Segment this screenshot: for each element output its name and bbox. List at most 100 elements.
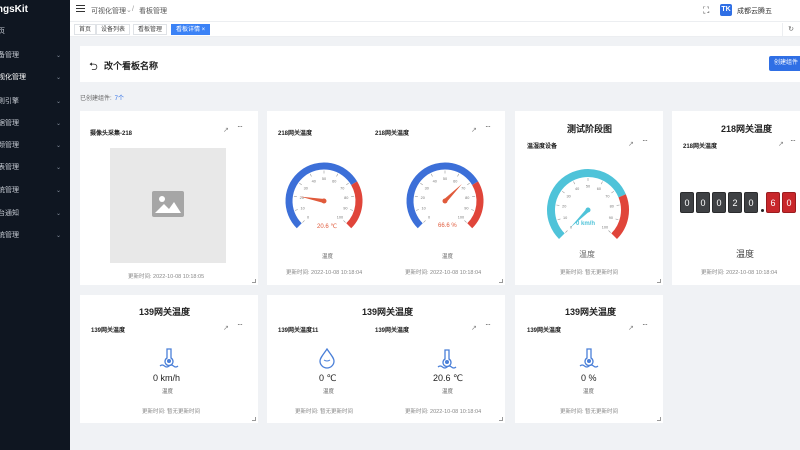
gauge-tick-label: 30 [304, 186, 308, 190]
edit-icon[interactable]: ↗ [778, 140, 784, 148]
gauge-tick-label: 50 [443, 177, 447, 181]
back-icon[interactable]: ⮌ [89, 58, 98, 77]
breadcrumb-item[interactable]: 可视化管理 [91, 6, 126, 16]
gauge-tick-label: 10 [421, 206, 425, 210]
update-time: 更新时间: 2022-10-08 10:18:04 [701, 270, 778, 276]
card-title: 测试阶段图 [567, 124, 613, 134]
gauge-tick-label: 0 [428, 215, 430, 219]
gauge-tick-label: 100 [337, 215, 343, 219]
thermometer-icon [579, 348, 599, 368]
gauge-tick-label: 80 [610, 205, 614, 209]
sidebar-item[interactable]: 台通知 ⌄ [0, 205, 70, 223]
gauge-tick-label: 40 [312, 179, 316, 183]
sidebar-item[interactable]: 视化管理 ⌄ [0, 69, 70, 87]
card-subtitle-left: 218网关温度 [278, 131, 313, 137]
top-header: 可视化管理 ⌄ / 看板管理 ⛶ TK 成都云腾五 [70, 0, 800, 22]
board-header: ⮌ 改个看板名称 创建组件 [80, 46, 800, 82]
gauge-tick [573, 181, 576, 185]
resize-handle[interactable] [657, 279, 661, 283]
speed-gauge: 0102030405060708090100 [547, 169, 629, 239]
board-title[interactable]: 改个看板名称 [104, 59, 158, 72]
gauge-tick-label: 90 [464, 206, 468, 210]
user-avatar[interactable]: TK [720, 4, 732, 16]
gauge-tick [346, 182, 349, 186]
user-name[interactable]: 成都云腾五 [737, 6, 772, 16]
sidebar: hingsKit 页备管理⌄视化管理⌄则引擎⌄据管理⌄频管理⌄表管理⌄统管理⌄台… [0, 0, 70, 450]
gauge-tick-label: 30 [425, 186, 429, 190]
sidebar-item[interactable]: 统管理 ⌄ [0, 182, 70, 200]
gauge-tick-label: 10 [300, 206, 304, 210]
update-time: 更新时间: 暂无更新时间 [560, 409, 619, 415]
more-icon[interactable]: ··· [237, 122, 243, 131]
update-time: 更新时间: 暂无更新时间 [560, 270, 619, 276]
card-subtitle-left: 139网关温度11 [278, 328, 319, 334]
chevron-down-icon: ⌄ [55, 165, 61, 171]
menu-toggle-icon[interactable] [76, 5, 85, 14]
gauge-tick [350, 209, 354, 211]
update-time-right: 更新时间: 2022-10-08 10:18:04 [405, 270, 482, 276]
sidebar-item-label: 备管理 [0, 52, 19, 59]
edit-icon[interactable]: ↗ [628, 324, 634, 332]
chevron-down-icon: ⌄ [55, 53, 61, 59]
sidebar-item[interactable]: 则引擎 ⌄ [0, 93, 70, 111]
create-widget-button[interactable]: 创建组件 [769, 56, 800, 71]
tab-device-list[interactable]: 设备列表 [96, 24, 131, 35]
more-icon[interactable]: ··· [485, 320, 491, 329]
refresh-button[interactable]: ↻ [782, 23, 798, 36]
card-subtitle: 温湿度设备 [527, 144, 558, 150]
card-subtitle-right: 139网关温度 [375, 328, 410, 334]
gauge-tick-label: 10 [563, 216, 567, 220]
sidebar-item[interactable]: 统管理 ⌄ [0, 227, 70, 245]
sidebar-item[interactable]: 频管理 ⌄ [0, 137, 70, 155]
gauge-tick-label: 20 [562, 205, 566, 209]
resize-handle[interactable] [657, 417, 661, 421]
more-icon[interactable]: ··· [642, 320, 648, 329]
more-icon[interactable]: ··· [485, 122, 491, 131]
edit-icon[interactable]: ↗ [223, 324, 229, 332]
chevron-down-icon[interactable]: ⌄ [126, 6, 132, 14]
sidebar-item-label: 统管理 [0, 187, 19, 194]
more-icon[interactable]: ··· [237, 320, 243, 329]
resize-handle[interactable] [252, 417, 256, 421]
camera-placeholder [110, 148, 226, 263]
more-icon[interactable]: ··· [790, 136, 796, 145]
card-subtitle-right: 218网关温度 [375, 131, 410, 137]
fullscreen-icon[interactable]: ⛶ [703, 5, 709, 16]
sidebar-item[interactable]: 备管理 ⌄ [0, 47, 70, 65]
resize-handle[interactable] [499, 417, 503, 421]
resize-handle[interactable] [252, 279, 256, 283]
chevron-down-icon: ⌄ [55, 121, 61, 127]
chevron-down-icon: ⌄ [55, 233, 61, 239]
sensor-value-right: 20.6 ℃ [433, 373, 464, 383]
gauge-tick-label: 60 [453, 179, 457, 183]
edit-icon[interactable]: ↗ [628, 140, 634, 148]
gauge-tick-label: 50 [586, 185, 590, 189]
odometer-digit: 0 [696, 192, 710, 213]
gauge-tick [457, 173, 460, 177]
more-icon[interactable]: ··· [642, 136, 648, 145]
odometer-label: 温度 [736, 249, 755, 259]
sidebar-item[interactable]: 表管理 ⌄ [0, 159, 70, 177]
tab-bar: 首页 设备列表 看板管理 看板详情 × ↻ [70, 22, 800, 37]
gauge-label: 温度 [579, 250, 595, 259]
tab-home[interactable]: 首页 [74, 24, 97, 35]
sidebar-item[interactable]: 页 [0, 23, 70, 41]
sensor-label-left: 温度 [323, 389, 335, 395]
tab-board-detail[interactable]: 看板详情 × [171, 24, 211, 35]
edit-icon[interactable]: ↗ [223, 126, 229, 134]
sidebar-item-label: 视化管理 [0, 74, 26, 81]
tab-board-manage[interactable]: 看板管理 [133, 24, 168, 35]
gauge-tick [467, 182, 470, 186]
edit-icon[interactable]: ↗ [471, 126, 477, 134]
gauge-label-left: 温度 [322, 254, 334, 260]
edit-icon[interactable]: ↗ [471, 324, 477, 332]
sidebar-item[interactable]: 据管理 ⌄ [0, 115, 70, 133]
card-subtitle: 139网关温度 [527, 328, 562, 334]
gauge-tick [302, 220, 305, 223]
sidebar-item-label: 页 [0, 28, 5, 35]
gauge-tick-label: 60 [597, 187, 601, 191]
sidebar-item-label: 则引擎 [0, 98, 19, 105]
resize-handle[interactable] [499, 279, 503, 283]
gauge-tick-label: 60 [332, 179, 336, 183]
sensor-value-left: 0 ℃ [319, 373, 337, 383]
